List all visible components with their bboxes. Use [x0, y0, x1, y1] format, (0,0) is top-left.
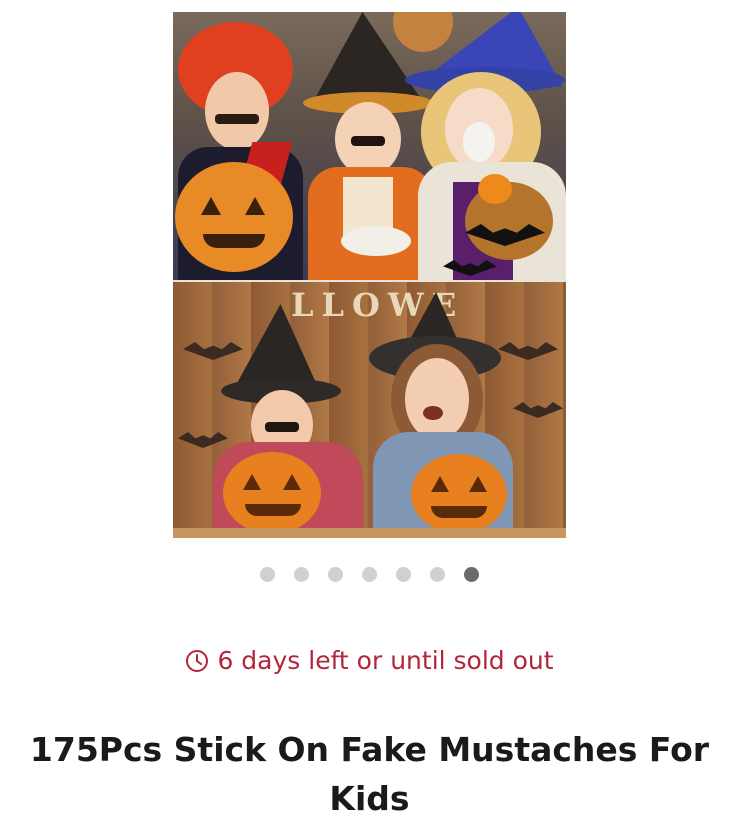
photo-bottom-panel: LLOWE — [173, 282, 566, 538]
carousel-dot[interactable] — [328, 567, 343, 582]
carousel-indicator — [0, 567, 739, 582]
carousel-dot[interactable] — [260, 567, 275, 582]
carousel-dot[interactable] — [362, 567, 377, 582]
product-title: 175Pcs Stick On Fake Mustaches For Kids — [29, 730, 710, 818]
photo-top-panel — [173, 12, 566, 282]
timer-text: 6 days left or until sold out — [217, 646, 554, 675]
carousel-dot[interactable] — [464, 567, 479, 582]
carousel-dot[interactable] — [294, 567, 309, 582]
carousel-dot[interactable] — [396, 567, 411, 582]
clock-icon — [186, 650, 209, 672]
product-image[interactable]: LLOWE — [173, 12, 566, 538]
sale-timer: 6 days left or until sold out — [0, 646, 739, 676]
carousel-dot[interactable] — [430, 567, 445, 582]
